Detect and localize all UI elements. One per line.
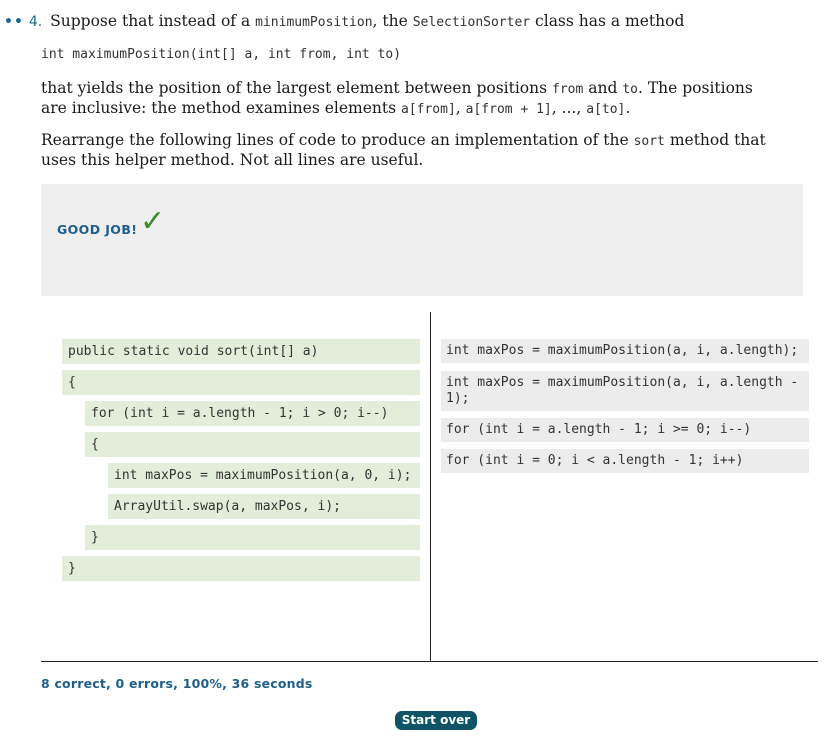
solution-line[interactable]: public static void sort(int[] a) — [62, 339, 420, 364]
solution-line[interactable]: } — [62, 556, 420, 581]
unused-line[interactable]: int maxPos = maximumPosition(a, i, a.len… — [441, 371, 809, 411]
checkmark-icon: ✓ — [140, 204, 166, 239]
unused-line[interactable]: for (int i = a.length - 1; i >= 0; i--) — [441, 418, 809, 442]
solution-line[interactable]: for (int i = a.length - 1; i > 0; i--) — [85, 401, 420, 426]
solution-line[interactable]: { — [85, 432, 420, 457]
intro-code: minimumPosition — [255, 15, 373, 30]
solution-line[interactable]: } — [85, 525, 420, 550]
start-over-button[interactable]: Start over — [395, 711, 477, 730]
unused-line[interactable]: int maxPos = maximumPosition(a, i, a.len… — [441, 339, 809, 363]
method-signature: int maximumPosition(int[] a, int from, i… — [41, 47, 402, 62]
difficulty-dots: •• — [4, 14, 24, 30]
intro-text: , the — [372, 12, 413, 30]
intro-text: Suppose that instead of a — [50, 12, 256, 30]
solution-line[interactable]: ArrayUtil.swap(a, maxPos, i); — [108, 494, 420, 519]
intro-text: class has a method — [530, 12, 685, 30]
feedback-panel: GOOD JOB! ✓ — [41, 184, 803, 296]
unused-line[interactable]: for (int i = 0; i < a.length - 1; i++) — [441, 449, 809, 473]
problem-number: 4. — [28, 14, 43, 30]
feedback-message: GOOD JOB! — [57, 222, 138, 237]
solution-line[interactable]: int maxPos = maximumPosition(a, 0, i); — [108, 463, 420, 488]
instruction-paragraph: Rearrange the following lines of code to… — [41, 131, 766, 169]
column-divider — [430, 312, 431, 662]
score-status: 8 correct, 0 errors, 100%, 36 seconds — [41, 676, 313, 691]
intro-code: SelectionSorter — [412, 15, 531, 30]
description-paragraph: that yields the position of the largest … — [41, 79, 753, 117]
bottom-rule — [41, 661, 818, 662]
problem-heading: •• 4. Suppose that instead of a minimumP… — [4, 11, 684, 33]
solution-line[interactable]: { — [62, 370, 420, 395]
